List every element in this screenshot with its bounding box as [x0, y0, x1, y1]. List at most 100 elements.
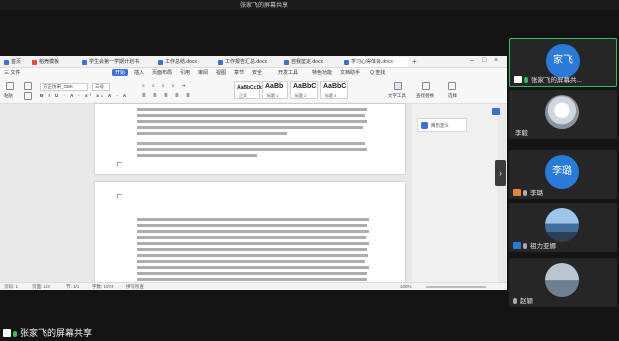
- menu-dev-tools[interactable]: 开发工具: [278, 69, 298, 76]
- participant-tile[interactable]: 李毅: [509, 90, 617, 139]
- zoom-slider[interactable]: [426, 286, 486, 288]
- wps-tab-home[interactable]: 首页: [4, 57, 30, 67]
- participant-name: 李毅: [515, 130, 528, 137]
- text-tools-label: 文字工具: [388, 93, 406, 98]
- participant-tile[interactable]: 赵颖: [509, 258, 617, 307]
- text-line: [137, 248, 367, 251]
- wps-tab-doc[interactable]: 工作报告汇总.docx: [218, 57, 280, 67]
- menu-insert[interactable]: 插入: [134, 69, 144, 76]
- participant-name: 李璐: [513, 187, 543, 197]
- close-icon[interactable]: ×: [494, 57, 498, 64]
- text-line: [137, 218, 369, 221]
- menu-review[interactable]: 审阅: [198, 69, 208, 76]
- screen-share-icon: [3, 329, 11, 337]
- style-heading-3[interactable]: AaBbC 标题 3: [320, 81, 348, 99]
- menu-search[interactable]: Q 查找: [370, 69, 385, 76]
- side-panel-toggle-icon[interactable]: [492, 108, 500, 115]
- wps-tab-bar: 首页 稻壳模板 学生会第一学期计划书 工作总结.docx 工作报告汇总.docx…: [0, 56, 507, 68]
- wps-menu-bar: 三 文件 开始 插入 页面布局 引用 审阅 视图 章节 安全 开发工具 特色功能…: [0, 68, 507, 78]
- mic-muted-icon: [523, 190, 527, 196]
- menu-features[interactable]: 特色功能: [312, 69, 332, 76]
- screen-share-label: 张家飞的屏幕共享: [3, 326, 92, 339]
- document-page[interactable]: [95, 104, 405, 174]
- participant-name: 祖力亚娜: [513, 240, 556, 250]
- meeting-top-bar: 张家飞的屏幕共享: [0, 0, 619, 10]
- doc-icon: [158, 60, 163, 65]
- participant-tile[interactable]: 祖力亚娜: [509, 203, 617, 252]
- doc-icon: [82, 60, 87, 65]
- zoom-level[interactable]: 100%: [400, 284, 412, 289]
- meeting-window: 张家飞的屏幕共享 首页 稻壳模板 学生会第一学期计划书 工作总结.docx 工作…: [0, 0, 619, 341]
- text-line: [137, 148, 367, 151]
- comment-icon: [421, 122, 428, 129]
- participant-name: 赵颖: [513, 295, 533, 305]
- text-line: [137, 224, 367, 227]
- wps-ribbon: 粘贴 方正仿宋_GBK 三号 B I U · A · x² x₂ A · A ≡…: [0, 78, 507, 104]
- avatar: 李璐: [545, 155, 579, 189]
- style-normal[interactable]: AaBbCcDd 正文: [234, 81, 263, 99]
- minimize-icon[interactable]: –: [470, 57, 474, 64]
- participant-tile[interactable]: 家飞 张家飞的屏幕共...: [509, 38, 617, 87]
- avatar: [545, 95, 579, 129]
- wps-tab-doc[interactable]: 学生会第一学期计划书: [82, 57, 154, 67]
- text-line: [137, 266, 369, 269]
- style-heading-1[interactable]: AaBb 标题 1: [262, 81, 288, 99]
- menu-references[interactable]: 引用: [180, 69, 190, 76]
- style-heading-2[interactable]: AaBbC 标题 2: [290, 81, 318, 99]
- status-page: 页码: 1: [4, 284, 19, 289]
- align-buttons[interactable]: ≣ ≣ ≣ ≣ ≣: [142, 93, 193, 99]
- avatar: [545, 263, 579, 297]
- text-line: [137, 108, 367, 111]
- text-line: [137, 278, 367, 281]
- docer-icon: [32, 60, 37, 65]
- font-format-buttons[interactable]: B I U · A · x² x₂ A · A: [40, 93, 128, 98]
- menu-security[interactable]: 安全: [252, 69, 262, 76]
- avatar: [545, 208, 579, 242]
- paragraph-buttons[interactable]: ≡ ≡ ≡ ≡ ⇥: [142, 83, 188, 89]
- document-area[interactable]: 简历定义: [0, 104, 507, 282]
- wps-tab-docer[interactable]: 稻壳模板: [32, 57, 70, 67]
- text-tools-icon[interactable]: [394, 82, 402, 90]
- home-icon: [4, 60, 9, 65]
- maximize-icon[interactable]: □: [482, 57, 486, 64]
- wps-tab-doc[interactable]: 工作总结.docx: [158, 57, 214, 67]
- participant-tile[interactable]: 李璐 李璐: [509, 150, 617, 199]
- menu-file[interactable]: 三 文件: [4, 69, 20, 76]
- font-select[interactable]: 方正仿宋_GBK: [40, 83, 88, 91]
- cut-icon[interactable]: [24, 82, 32, 90]
- menu-chapter[interactable]: 章节: [234, 69, 244, 76]
- menu-home[interactable]: 开始: [112, 69, 129, 76]
- text-line: [137, 154, 257, 157]
- shared-screen[interactable]: 首页 稻壳模板 学生会第一学期计划书 工作总结.docx 工作报告汇总.docx…: [0, 56, 507, 290]
- find-replace-icon[interactable]: [422, 82, 430, 90]
- text-line: [137, 242, 369, 245]
- mic-on-icon: [13, 331, 17, 337]
- comment-card[interactable]: 简历定义: [417, 118, 467, 132]
- menu-layout[interactable]: 页面布局: [152, 69, 172, 76]
- mic-on-icon: [524, 77, 528, 83]
- wps-tab-doc[interactable]: 自我鉴定.docx: [284, 57, 340, 67]
- collapse-panel-button[interactable]: ›: [495, 160, 506, 186]
- doc-icon: [344, 60, 349, 65]
- format-painter-icon[interactable]: [24, 92, 32, 100]
- wps-tab-doc-active[interactable]: 学习心得体会.docx: [344, 57, 408, 67]
- mic-muted-icon: [513, 298, 517, 304]
- avatar: 家飞: [546, 44, 580, 78]
- status-word-count[interactable]: 字数: 1074: [92, 284, 114, 290]
- new-tab-button[interactable]: +: [412, 57, 417, 66]
- menu-doc-assistant[interactable]: 文档助手: [340, 69, 360, 76]
- meeting-title: 张家飞的屏幕共享: [240, 3, 289, 9]
- select-label: 选择: [448, 93, 457, 98]
- text-line: [137, 142, 365, 145]
- font-size-select[interactable]: 三号: [92, 83, 110, 91]
- doc-icon: [218, 60, 223, 65]
- doc-icon: [284, 60, 289, 65]
- paste-icon[interactable]: [6, 82, 14, 90]
- text-line: [137, 132, 287, 135]
- status-spell-check[interactable]: 拼写检查: [126, 284, 144, 290]
- select-icon[interactable]: [448, 82, 456, 90]
- menu-view[interactable]: 视图: [216, 69, 226, 76]
- document-page[interactable]: [95, 182, 405, 282]
- co-host-badge-icon: [513, 242, 521, 249]
- wps-status-bar: 页码: 1 页面: 1/3 节: 1/1 字数: 1074 拼写检查 100%: [0, 282, 507, 290]
